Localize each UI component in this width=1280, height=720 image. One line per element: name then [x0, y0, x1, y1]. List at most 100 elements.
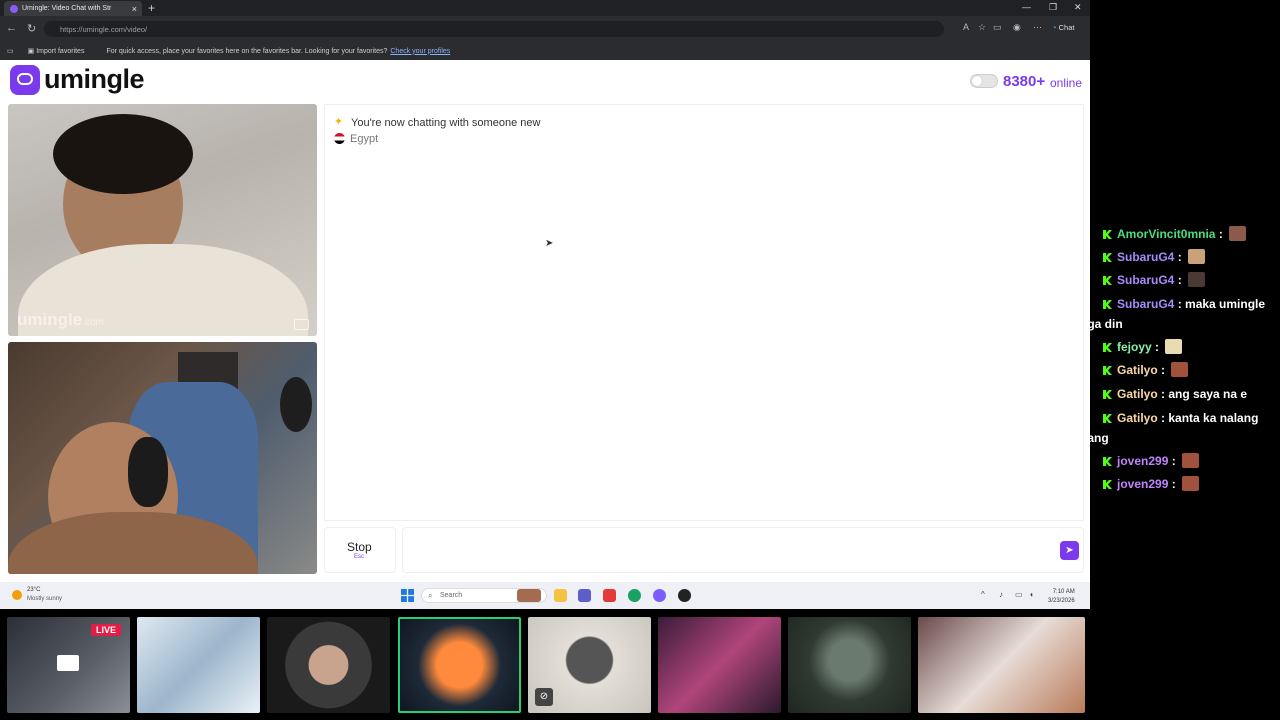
restore-icon[interactable]: ❐	[1049, 2, 1057, 13]
taskbar-date: 3/23/2026	[1048, 598, 1075, 604]
chat-emote-icon	[1182, 453, 1200, 468]
tab-close-icon[interactable]: ×	[132, 4, 137, 14]
guest-thumbnail-5[interactable]	[658, 617, 781, 713]
chat-username[interactable]: fejoyy	[1117, 340, 1152, 354]
browser-tab-bar	[0, 0, 1090, 16]
url-text: https://umingle.com/video/	[60, 24, 148, 34]
url-field[interactable]: https://umingle.com/video/	[44, 21, 944, 37]
favorite-star-icon[interactable]: ☆	[978, 22, 986, 33]
kick-badge-icon	[1103, 253, 1112, 262]
read-aloud-icon[interactable]: A	[963, 22, 969, 32]
chat-separator: :	[1157, 411, 1169, 425]
more-menu-icon[interactable]: ⋯	[1033, 22, 1042, 33]
chat-username[interactable]: SubaruG4	[1117, 297, 1174, 311]
chat-username[interactable]: SubaruG4	[1117, 273, 1174, 287]
app-icon[interactable]	[653, 589, 666, 602]
chat-username[interactable]: SubaruG4	[1117, 250, 1174, 264]
guest-thumbnail-1[interactable]	[137, 617, 260, 713]
chat-emote-icon	[1188, 249, 1206, 264]
chat-username[interactable]: Gatilyo	[1117, 363, 1158, 377]
browser-tab[interactable]: Umingle: Video Chat with Str ×	[4, 1, 142, 16]
stranger-video	[8, 104, 317, 336]
teams-icon[interactable]	[578, 589, 591, 602]
guest-thumbnail-4[interactable]: ⊘	[528, 617, 651, 713]
chat-message: AmorVincit0mnia :	[1080, 224, 1280, 244]
egypt-flag-icon	[334, 133, 345, 144]
chat-separator: :	[1168, 477, 1180, 491]
stranger-hair	[53, 114, 193, 194]
split-screen-icon[interactable]: ▭	[993, 22, 1002, 33]
close-window-icon[interactable]: ✕	[1074, 2, 1082, 13]
mouse-cursor-icon: ➤	[545, 238, 554, 249]
new-tab-button[interactable]: +	[148, 1, 155, 15]
obs-icon[interactable]	[678, 589, 691, 602]
check-profiles-link[interactable]: Check your profiles	[390, 48, 450, 55]
sparkle-icon: ✦	[334, 116, 344, 128]
send-icon[interactable]: ➤	[1060, 541, 1079, 560]
umingle-watermark: umingle.com	[17, 310, 104, 330]
umingle-logo-icon[interactable]	[10, 65, 40, 95]
chat-text-continued: nga din	[1080, 317, 1123, 331]
chat-separator: :	[1174, 297, 1186, 311]
chat-text-continued: nang	[1080, 431, 1109, 445]
message-input[interactable]	[402, 527, 1084, 573]
kick-badge-icon	[1103, 480, 1112, 489]
back-icon[interactable]: ←	[6, 22, 17, 34]
kick-badge-icon	[1103, 276, 1112, 285]
chat-text: kanta ka nalang	[1168, 411, 1259, 425]
taskbar-clock[interactable]: 7:10 AM 3/23/2026	[1048, 588, 1075, 606]
volume-icon[interactable]: ◖	[1029, 590, 1034, 599]
guest-thumbnail-2[interactable]	[267, 617, 390, 713]
chat-separator: :	[1174, 250, 1186, 264]
system-message: You're now chatting with someone new	[351, 117, 541, 129]
file-explorer-icon[interactable]	[554, 589, 567, 602]
taskbar-time: 7:10 AM	[1052, 589, 1075, 595]
chat-message: fejoyy :	[1080, 337, 1280, 357]
stranger-country: Egypt	[350, 133, 379, 145]
guest-thumbnail-3[interactable]	[398, 617, 521, 713]
chat-message: SubaruG4 :	[1080, 270, 1280, 290]
weather-temp[interactable]: 23°C	[27, 587, 40, 593]
site-favicon-icon	[10, 4, 18, 13]
chat-username[interactable]: joven299	[1117, 454, 1168, 468]
report-icon[interactable]	[294, 319, 309, 330]
theme-toggle[interactable]	[970, 74, 998, 88]
taskbar-search-placeholder: Search	[440, 592, 463, 599]
chat-username[interactable]: joven299	[1117, 477, 1168, 491]
refresh-icon[interactable]: ↻	[27, 22, 36, 35]
minimize-icon[interactable]: —	[1022, 2, 1031, 12]
chat-emote-icon	[1182, 476, 1200, 491]
profile-icon[interactable]: ◉	[1013, 22, 1021, 33]
guest-thumbnail-6[interactable]	[788, 617, 911, 713]
chat-username[interactable]: Gatilyo	[1117, 387, 1158, 401]
chat-username[interactable]: Gatilyo	[1117, 411, 1158, 425]
kick-badge-icon	[1103, 414, 1112, 423]
import-icon: ▣	[27, 48, 35, 55]
chat-emote-icon	[1165, 339, 1183, 354]
kick-badge-icon	[1103, 230, 1112, 239]
chat-username[interactable]: AmorVincit0mnia	[1117, 227, 1215, 241]
chat-separator: :	[1151, 340, 1163, 354]
chat-separator: :	[1157, 363, 1169, 377]
copilot-chat-button[interactable]: ◔ Chat	[1052, 23, 1074, 32]
microphone-icon[interactable]: ♪	[999, 590, 1003, 599]
watermark-suffix: .com	[82, 317, 104, 328]
chat-emote-icon	[1229, 226, 1247, 241]
live-badge: LIVE	[91, 624, 122, 636]
chat-log	[324, 104, 1084, 521]
umingle-logo-text[interactable]: umingle	[44, 64, 145, 95]
chat-message: Gatilyo :	[1080, 360, 1280, 380]
weather-sun-icon[interactable]	[12, 590, 22, 600]
chat-text: maka umingle	[1185, 297, 1266, 311]
edge-browser-icon[interactable]	[628, 589, 641, 602]
guest-thumbnail-7[interactable]	[918, 617, 1085, 713]
wps-office-icon[interactable]	[603, 589, 616, 602]
chat-message: SubaruG4 : maka umingle nga din	[1080, 294, 1280, 334]
show-hidden-icons[interactable]: ^	[981, 590, 985, 599]
watermark-text: umingle	[17, 310, 83, 329]
online-label: online	[1050, 76, 1083, 90]
import-favorites-button[interactable]: ▣ Import favorites	[28, 47, 85, 55]
kick-badge-icon	[1103, 390, 1112, 399]
favorites-bar-icon: ▭	[7, 48, 14, 55]
network-icon[interactable]: ▭	[1015, 590, 1023, 599]
